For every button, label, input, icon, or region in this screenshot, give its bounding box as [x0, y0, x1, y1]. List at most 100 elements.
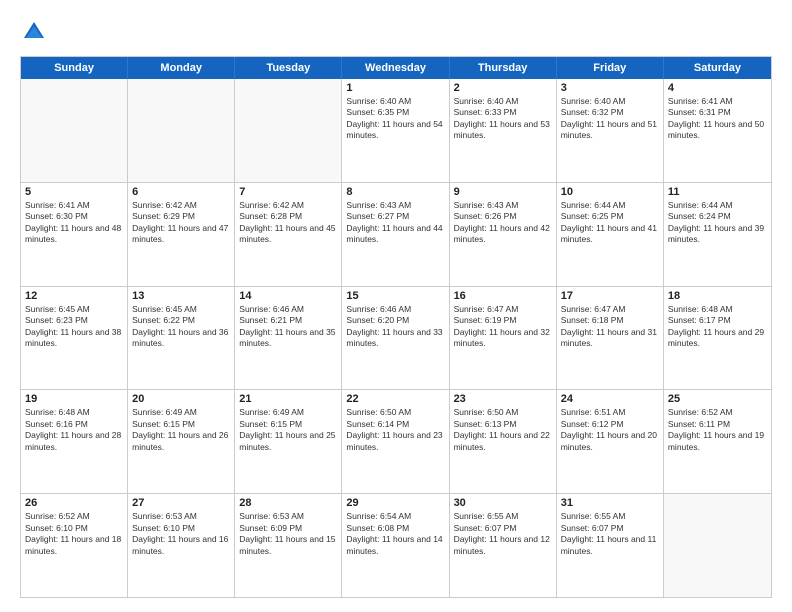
day-number: 23	[454, 393, 552, 405]
header	[20, 18, 772, 46]
calendar-cell: 16 Sunrise: 6:47 AM Sunset: 6:19 PM Dayli…	[450, 287, 557, 390]
calendar-cell: 4 Sunrise: 6:41 AM Sunset: 6:31 PM Daylig…	[664, 79, 771, 182]
day-number: 9	[454, 186, 552, 198]
day-number: 12	[25, 290, 123, 302]
day-number: 2	[454, 82, 552, 94]
cell-info: Sunrise: 6:46 AM Sunset: 6:20 PM Dayligh…	[346, 304, 444, 350]
day-number: 6	[132, 186, 230, 198]
cell-info: Sunrise: 6:41 AM Sunset: 6:31 PM Dayligh…	[668, 96, 767, 142]
cell-info: Sunrise: 6:51 AM Sunset: 6:12 PM Dayligh…	[561, 407, 659, 453]
day-number: 15	[346, 290, 444, 302]
cell-info: Sunrise: 6:54 AM Sunset: 6:08 PM Dayligh…	[346, 511, 444, 557]
cell-info: Sunrise: 6:49 AM Sunset: 6:15 PM Dayligh…	[132, 407, 230, 453]
logo	[20, 18, 52, 46]
cell-info: Sunrise: 6:49 AM Sunset: 6:15 PM Dayligh…	[239, 407, 337, 453]
calendar-row: 5 Sunrise: 6:41 AM Sunset: 6:30 PM Daylig…	[21, 182, 771, 286]
calendar-cell: 22 Sunrise: 6:50 AM Sunset: 6:14 PM Dayli…	[342, 390, 449, 493]
calendar-cell: 9 Sunrise: 6:43 AM Sunset: 6:26 PM Daylig…	[450, 183, 557, 286]
calendar-header: SundayMondayTuesdayWednesdayThursdayFrid…	[21, 57, 771, 79]
calendar-cell: 24Sunrise: 6:51 AM Sunset: 6:12 PM Dayli…	[557, 390, 664, 493]
calendar-cell: 7Sunrise: 6:42 AM Sunset: 6:28 PM Daylig…	[235, 183, 342, 286]
day-number: 5	[25, 186, 123, 198]
logo-icon	[20, 18, 48, 46]
calendar-cell: 1 Sunrise: 6:40 AM Sunset: 6:35 PM Daylig…	[342, 79, 449, 182]
cell-info: Sunrise: 6:53 AM Sunset: 6:10 PM Dayligh…	[132, 511, 230, 557]
calendar-cell: 13 Sunrise: 6:45 AM Sunset: 6:22 PM Dayli…	[128, 287, 235, 390]
day-number: 1	[346, 82, 444, 94]
cell-info: Sunrise: 6:46 AM Sunset: 6:21 PM Dayligh…	[239, 304, 337, 350]
day-number: 10	[561, 186, 659, 198]
day-number: 8	[346, 186, 444, 198]
calendar: SundayMondayTuesdayWednesdayThursdayFrid…	[20, 56, 772, 598]
cell-info: Sunrise: 6:47 AM Sunset: 6:19 PM Dayligh…	[454, 304, 552, 350]
day-number: 14	[239, 290, 337, 302]
cell-info: Sunrise: 6:44 AM Sunset: 6:25 PM Dayligh…	[561, 200, 659, 246]
cell-info: Sunrise: 6:53 AM Sunset: 6:09 PM Dayligh…	[239, 511, 337, 557]
cell-info: Sunrise: 6:48 AM Sunset: 6:16 PM Dayligh…	[25, 407, 123, 453]
day-number: 21	[239, 393, 337, 405]
cell-info: Sunrise: 6:50 AM Sunset: 6:13 PM Dayligh…	[454, 407, 552, 453]
calendar-row: 12 Sunrise: 6:45 AM Sunset: 6:23 PM Dayli…	[21, 286, 771, 390]
cell-info: Sunrise: 6:45 AM Sunset: 6:22 PM Dayligh…	[132, 304, 230, 350]
cell-info: Sunrise: 6:40 AM Sunset: 6:33 PM Dayligh…	[454, 96, 552, 142]
weekday-header: Sunday	[21, 57, 128, 79]
calendar-body: 1 Sunrise: 6:40 AM Sunset: 6:35 PM Daylig…	[21, 79, 771, 597]
calendar-cell: 5 Sunrise: 6:41 AM Sunset: 6:30 PM Daylig…	[21, 183, 128, 286]
cell-info: Sunrise: 6:44 AM Sunset: 6:24 PM Dayligh…	[668, 200, 767, 246]
cell-info: Sunrise: 6:41 AM Sunset: 6:30 PM Dayligh…	[25, 200, 123, 246]
calendar-cell: 25Sunrise: 6:52 AM Sunset: 6:11 PM Dayli…	[664, 390, 771, 493]
calendar-cell	[664, 494, 771, 597]
calendar-cell: 10 Sunrise: 6:44 AM Sunset: 6:25 PM Dayli…	[557, 183, 664, 286]
day-number: 29	[346, 497, 444, 509]
calendar-cell	[235, 79, 342, 182]
cell-info: Sunrise: 6:45 AM Sunset: 6:23 PM Dayligh…	[25, 304, 123, 350]
day-number: 27	[132, 497, 230, 509]
cell-info: Sunrise: 6:52 AM Sunset: 6:11 PM Dayligh…	[668, 407, 767, 453]
calendar-cell: 11 Sunrise: 6:44 AM Sunset: 6:24 PM Dayli…	[664, 183, 771, 286]
calendar-cell: 14 Sunrise: 6:46 AM Sunset: 6:21 PM Dayli…	[235, 287, 342, 390]
day-number: 13	[132, 290, 230, 302]
calendar-cell: 31 Sunrise: 6:55 AM Sunset: 6:07 PM Dayli…	[557, 494, 664, 597]
cell-info: Sunrise: 6:43 AM Sunset: 6:26 PM Dayligh…	[454, 200, 552, 246]
day-number: 4	[668, 82, 767, 94]
cell-info: Sunrise: 6:47 AM Sunset: 6:18 PM Dayligh…	[561, 304, 659, 350]
calendar-cell: 18Sunrise: 6:48 AM Sunset: 6:17 PM Dayli…	[664, 287, 771, 390]
day-number: 22	[346, 393, 444, 405]
day-number: 11	[668, 186, 767, 198]
calendar-cell: 6 Sunrise: 6:42 AM Sunset: 6:29 PM Daylig…	[128, 183, 235, 286]
cell-info: Sunrise: 6:40 AM Sunset: 6:35 PM Dayligh…	[346, 96, 444, 142]
cell-info: Sunrise: 6:50 AM Sunset: 6:14 PM Dayligh…	[346, 407, 444, 453]
page: SundayMondayTuesdayWednesdayThursdayFrid…	[0, 0, 792, 612]
cell-info: Sunrise: 6:40 AM Sunset: 6:32 PM Dayligh…	[561, 96, 659, 142]
calendar-cell: 27 Sunrise: 6:53 AM Sunset: 6:10 PM Dayli…	[128, 494, 235, 597]
cell-info: Sunrise: 6:55 AM Sunset: 6:07 PM Dayligh…	[561, 511, 659, 557]
cell-info: Sunrise: 6:52 AM Sunset: 6:10 PM Dayligh…	[25, 511, 123, 557]
calendar-cell: 8Sunrise: 6:43 AM Sunset: 6:27 PM Daylig…	[342, 183, 449, 286]
calendar-cell: 20 Sunrise: 6:49 AM Sunset: 6:15 PM Dayli…	[128, 390, 235, 493]
calendar-row: 1 Sunrise: 6:40 AM Sunset: 6:35 PM Daylig…	[21, 79, 771, 182]
cell-info: Sunrise: 6:42 AM Sunset: 6:29 PM Dayligh…	[132, 200, 230, 246]
calendar-cell: 15 Sunrise: 6:46 AM Sunset: 6:20 PM Dayli…	[342, 287, 449, 390]
calendar-cell	[128, 79, 235, 182]
calendar-cell: 2 Sunrise: 6:40 AM Sunset: 6:33 PM Daylig…	[450, 79, 557, 182]
weekday-header: Monday	[128, 57, 235, 79]
day-number: 31	[561, 497, 659, 509]
day-number: 30	[454, 497, 552, 509]
weekday-header: Wednesday	[342, 57, 449, 79]
day-number: 19	[25, 393, 123, 405]
cell-info: Sunrise: 6:48 AM Sunset: 6:17 PM Dayligh…	[668, 304, 767, 350]
day-number: 16	[454, 290, 552, 302]
weekday-header: Saturday	[664, 57, 771, 79]
calendar-cell: 19 Sunrise: 6:48 AM Sunset: 6:16 PM Dayli…	[21, 390, 128, 493]
cell-info: Sunrise: 6:55 AM Sunset: 6:07 PM Dayligh…	[454, 511, 552, 557]
day-number: 28	[239, 497, 337, 509]
calendar-cell: 23 Sunrise: 6:50 AM Sunset: 6:13 PM Dayli…	[450, 390, 557, 493]
day-number: 26	[25, 497, 123, 509]
calendar-cell: 3Sunrise: 6:40 AM Sunset: 6:32 PM Daylig…	[557, 79, 664, 182]
cell-info: Sunrise: 6:42 AM Sunset: 6:28 PM Dayligh…	[239, 200, 337, 246]
calendar-cell: 29 Sunrise: 6:54 AM Sunset: 6:08 PM Dayli…	[342, 494, 449, 597]
day-number: 20	[132, 393, 230, 405]
weekday-header: Thursday	[450, 57, 557, 79]
calendar-cell: 21 Sunrise: 6:49 AM Sunset: 6:15 PM Dayli…	[235, 390, 342, 493]
calendar-cell: 28 Sunrise: 6:53 AM Sunset: 6:09 PM Dayli…	[235, 494, 342, 597]
